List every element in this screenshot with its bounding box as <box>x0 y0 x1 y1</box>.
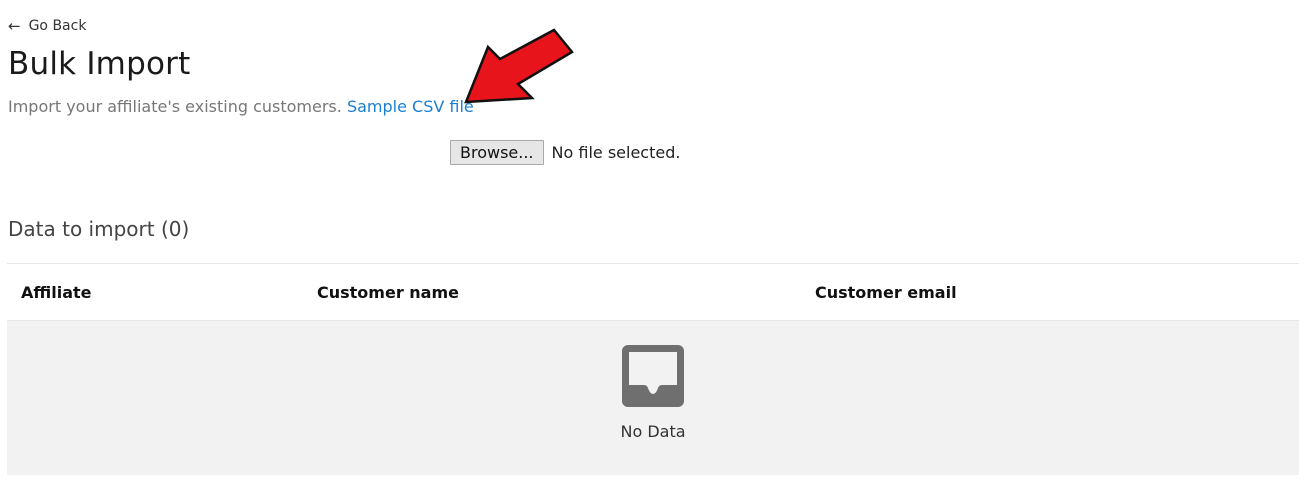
table-empty-state: No Data <box>7 321 1299 475</box>
table-header: Affiliate Customer name Customer email <box>7 263 1299 321</box>
file-input[interactable]: Browse... No file selected. <box>450 140 680 165</box>
column-header-customer-name: Customer name <box>317 283 459 302</box>
inbox-icon <box>622 345 684 407</box>
subtitle-text: Import your affiliate's existing custome… <box>8 97 342 116</box>
column-header-affiliate: Affiliate <box>21 283 92 302</box>
go-back-label: Go Back <box>28 18 87 34</box>
page-title: Bulk Import <box>8 46 191 82</box>
page-subtitle: Import your affiliate's existing custome… <box>8 97 474 116</box>
go-back-link[interactable]: ← Go Back <box>8 18 86 34</box>
browse-button[interactable]: Browse... <box>450 140 544 165</box>
import-table: Affiliate Customer name Customer email N… <box>7 263 1299 475</box>
arrow-left-icon: ← <box>8 16 21 35</box>
import-section-title: Data to import (0) <box>8 217 190 241</box>
file-status: No file selected. <box>551 143 681 162</box>
column-header-customer-email: Customer email <box>815 283 957 302</box>
no-data-text: No Data <box>620 422 686 441</box>
sample-csv-link[interactable]: Sample CSV file <box>347 97 474 116</box>
red-arrow-annotation-icon <box>464 28 574 104</box>
